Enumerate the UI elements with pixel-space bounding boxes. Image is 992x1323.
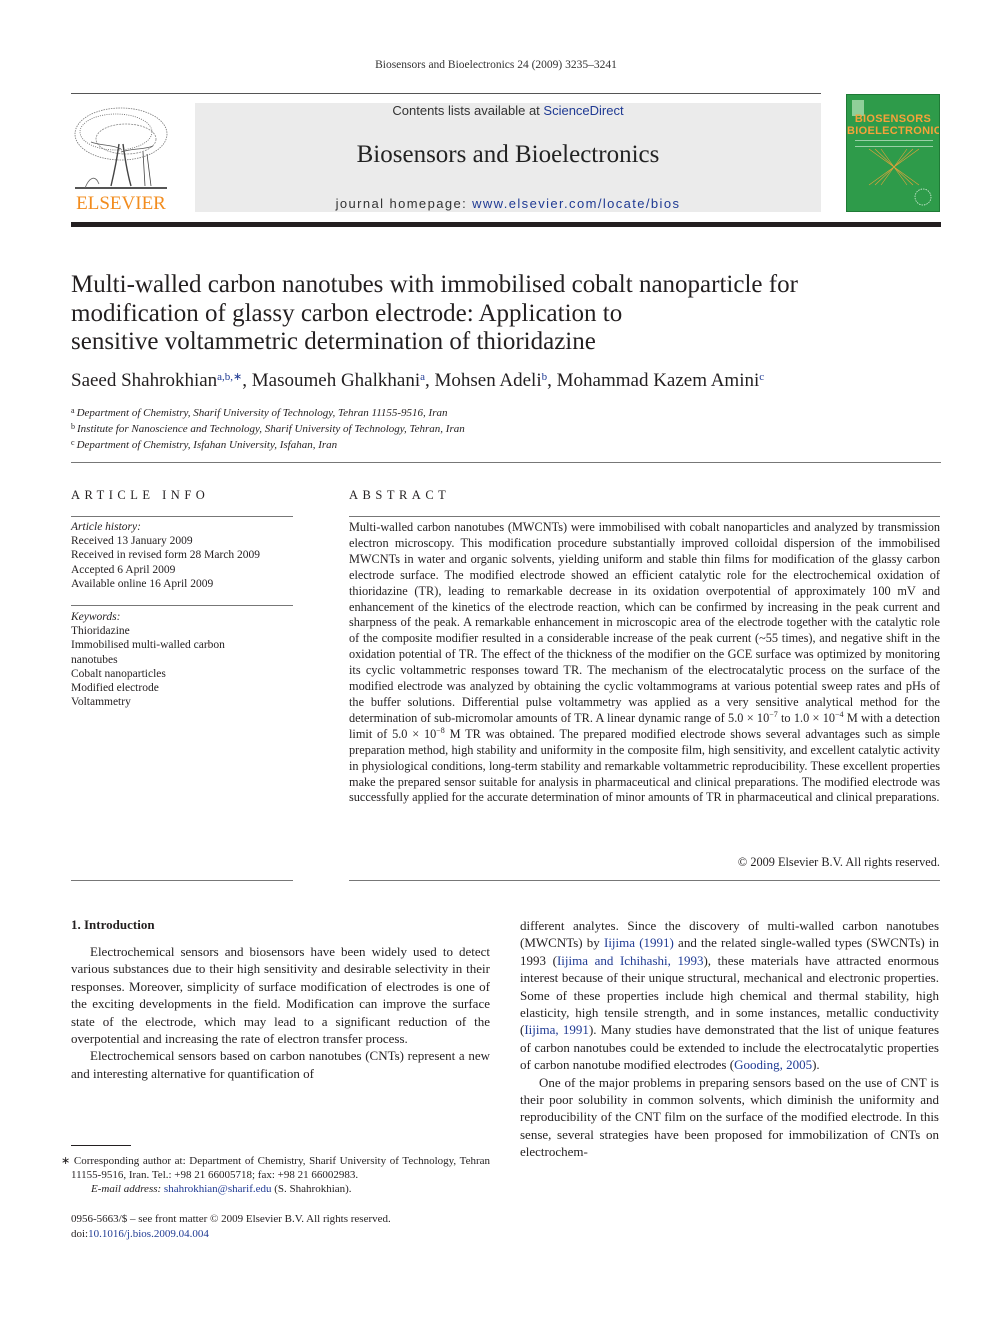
copyright-notice: © 2009 Elsevier B.V. All rights reserved… (737, 855, 940, 869)
cover-title-line1: BIOSENSORS (854, 113, 932, 125)
reference-link[interactable]: Gooding, 2005 (734, 1057, 812, 1072)
email-label: E-mail address: (91, 1183, 164, 1196)
author-affiliation-link[interactable]: a (420, 371, 425, 383)
body-column-right: different analytes. Since the discovery … (520, 917, 939, 1161)
info-rule (71, 880, 293, 881)
sciencedirect-link[interactable]: ScienceDirect (543, 103, 623, 118)
abstract-segment: to 1.0 × 10 (777, 710, 836, 725)
doi-link[interactable]: 10.1016/j.bios.2009.04.004 (88, 1228, 209, 1240)
body-paragraph: Electrochemical sensors and biosensors h… (71, 944, 490, 1047)
issn-line: 0956-5663/$ – see front matter © 2009 El… (71, 1213, 391, 1225)
keyword: Thioridazine (71, 625, 130, 638)
front-matter: 0956-5663/$ – see front matter © 2009 El… (71, 1212, 490, 1241)
affiliation: b Institute for Nanoscience and Technolog… (71, 420, 941, 436)
affiliation: c Department of Chemistry, Isfahan Univer… (71, 436, 941, 452)
homepage-prefix: journal homepage: (335, 196, 473, 211)
affiliation-text: Department of Chemistry, Sharif Universi… (76, 407, 448, 419)
homepage-link[interactable]: www.elsevier.com/locate/bios (472, 196, 680, 211)
title-line: Multi-walled carbon nanotubes with immob… (71, 271, 798, 298)
body-paragraph: Electrochemical sensors based on carbon … (71, 1048, 490, 1081)
abstract-rule (349, 516, 940, 517)
footnote-rule (71, 1145, 131, 1146)
journal-homepage: journal homepage: www.elsevier.com/locat… (195, 196, 821, 211)
section-heading-introduction: 1. Introduction (71, 917, 155, 932)
info-rule (71, 605, 293, 606)
affiliation-mark: a (71, 406, 75, 415)
abstract-text: Multi-walled carbon nanotubes (MWCNTs) w… (349, 520, 940, 806)
history-label: Article history: (71, 521, 141, 533)
keyword: Modified electrode (71, 682, 159, 695)
abstract-heading: ABSTRACT (349, 488, 451, 502)
doi-prefix: doi: (71, 1227, 89, 1240)
author-affiliation-link[interactable]: c (759, 371, 764, 383)
footnote: ∗ Corresponding author at: Department of… (61, 1154, 490, 1197)
reference-link[interactable]: Iijima (1991) (604, 935, 674, 950)
affiliation-text: Department of Chemistry, Isfahan Univers… (76, 439, 338, 451)
journal-cover-image: BIOSENSORS BIOELECTRONICS (846, 94, 940, 212)
history-item: Available online 16 April 2009 (71, 577, 214, 590)
abstract-segment: M TR was obtained. The prepared modified… (349, 726, 940, 805)
author-name: Mohammad Kazem Amini (556, 370, 760, 391)
info-rule (71, 516, 293, 517)
author-name: Saeed Shahrokhian (71, 370, 218, 391)
running-header: Biosensors and Bioelectronics 24 (2009) … (375, 59, 617, 71)
title-line: sensitive voltammetric determination of … (71, 328, 596, 355)
keyword: Immobilised multi-walled carbon nanotube… (71, 639, 225, 666)
keyword: Cobalt nanoparticles (71, 667, 166, 680)
article-title: Multi-walled carbon nanotubes with immob… (71, 271, 941, 357)
cover-subtitle (855, 140, 933, 147)
author-list: Saeed Shahrokhiana,b,∗, Masoumeh Ghalkha… (71, 370, 765, 391)
email-line: E-mail address: shahrokhian@sharif.edu (… (71, 1182, 490, 1196)
publisher-name: ELSEVIER (76, 193, 166, 214)
journal-title: Biosensors and Bioelectronics (356, 141, 660, 168)
exponent: −7 (769, 709, 778, 719)
author-affiliation-link[interactable]: b (542, 371, 548, 383)
article-history: Article history: Received 13 January 200… (71, 520, 296, 591)
reference-link[interactable]: Iijima, 1991 (524, 1022, 589, 1037)
cover-emblem-icon (914, 188, 932, 206)
affiliation: a Department of Chemistry, Sharif Univers… (71, 404, 941, 420)
email-suffix: (S. Shahrokhian). (271, 1183, 352, 1196)
section-rule (71, 462, 941, 463)
keywords: Keywords: Thioridazine Immobilised multi… (71, 610, 251, 709)
abstract-rule (349, 880, 940, 881)
abstract-segment: Multi-walled carbon nanotubes (MWCNTs) w… (349, 520, 940, 725)
affiliation-text: Institute for Nanoscience and Technology… (77, 423, 465, 435)
header-rule (71, 93, 821, 94)
cover-graphic-icon (868, 148, 920, 186)
reference-link[interactable]: Iijima and Ichihashi, 1993 (557, 953, 704, 968)
contents-prefix: Contents lists available at (392, 103, 544, 118)
contents-line: Contents lists available at ScienceDirec… (195, 103, 821, 118)
body-column-left: Electrochemical sensors and biosensors h… (71, 943, 490, 1082)
cover-title-line2: BIOELECTRONICS (847, 125, 940, 137)
author-affiliation-link[interactable]: a,b,∗ (217, 371, 242, 383)
corresponding-author-note: ∗ Corresponding author at: Department of… (61, 1155, 490, 1182)
author-name: Masoumeh Ghalkhani (251, 370, 421, 391)
keyword: Voltammetry (71, 696, 131, 709)
affiliation-mark: b (71, 422, 75, 431)
keywords-label: Keywords: (71, 611, 121, 623)
body-paragraph: different analytes. Since the discovery … (520, 917, 939, 1074)
text-segment: ). (812, 1057, 820, 1073)
body-paragraph: One of the major problems in preparing s… (520, 1074, 939, 1160)
exponent: −8 (436, 725, 445, 735)
exponent: −4 (835, 709, 844, 719)
history-item: Received in revised form 28 March 2009 (71, 549, 261, 562)
affiliation-mark: c (71, 438, 75, 447)
article-info-heading: ARTICLE INFO (71, 488, 210, 502)
author-name: Mohsen Adeli (434, 370, 542, 391)
doi-line: doi:10.1016/j.bios.2009.04.004 (71, 1227, 490, 1242)
masthead-rule (71, 222, 941, 227)
email-link[interactable]: shahrokhian@sharif.edu (164, 1183, 272, 1195)
history-item: Accepted 6 April 2009 (71, 563, 176, 576)
affiliations: a Department of Chemistry, Sharif Univers… (71, 404, 941, 452)
history-item: Received 13 January 2009 (71, 535, 193, 548)
title-line: modification of glassy carbon electrode:… (71, 299, 623, 327)
